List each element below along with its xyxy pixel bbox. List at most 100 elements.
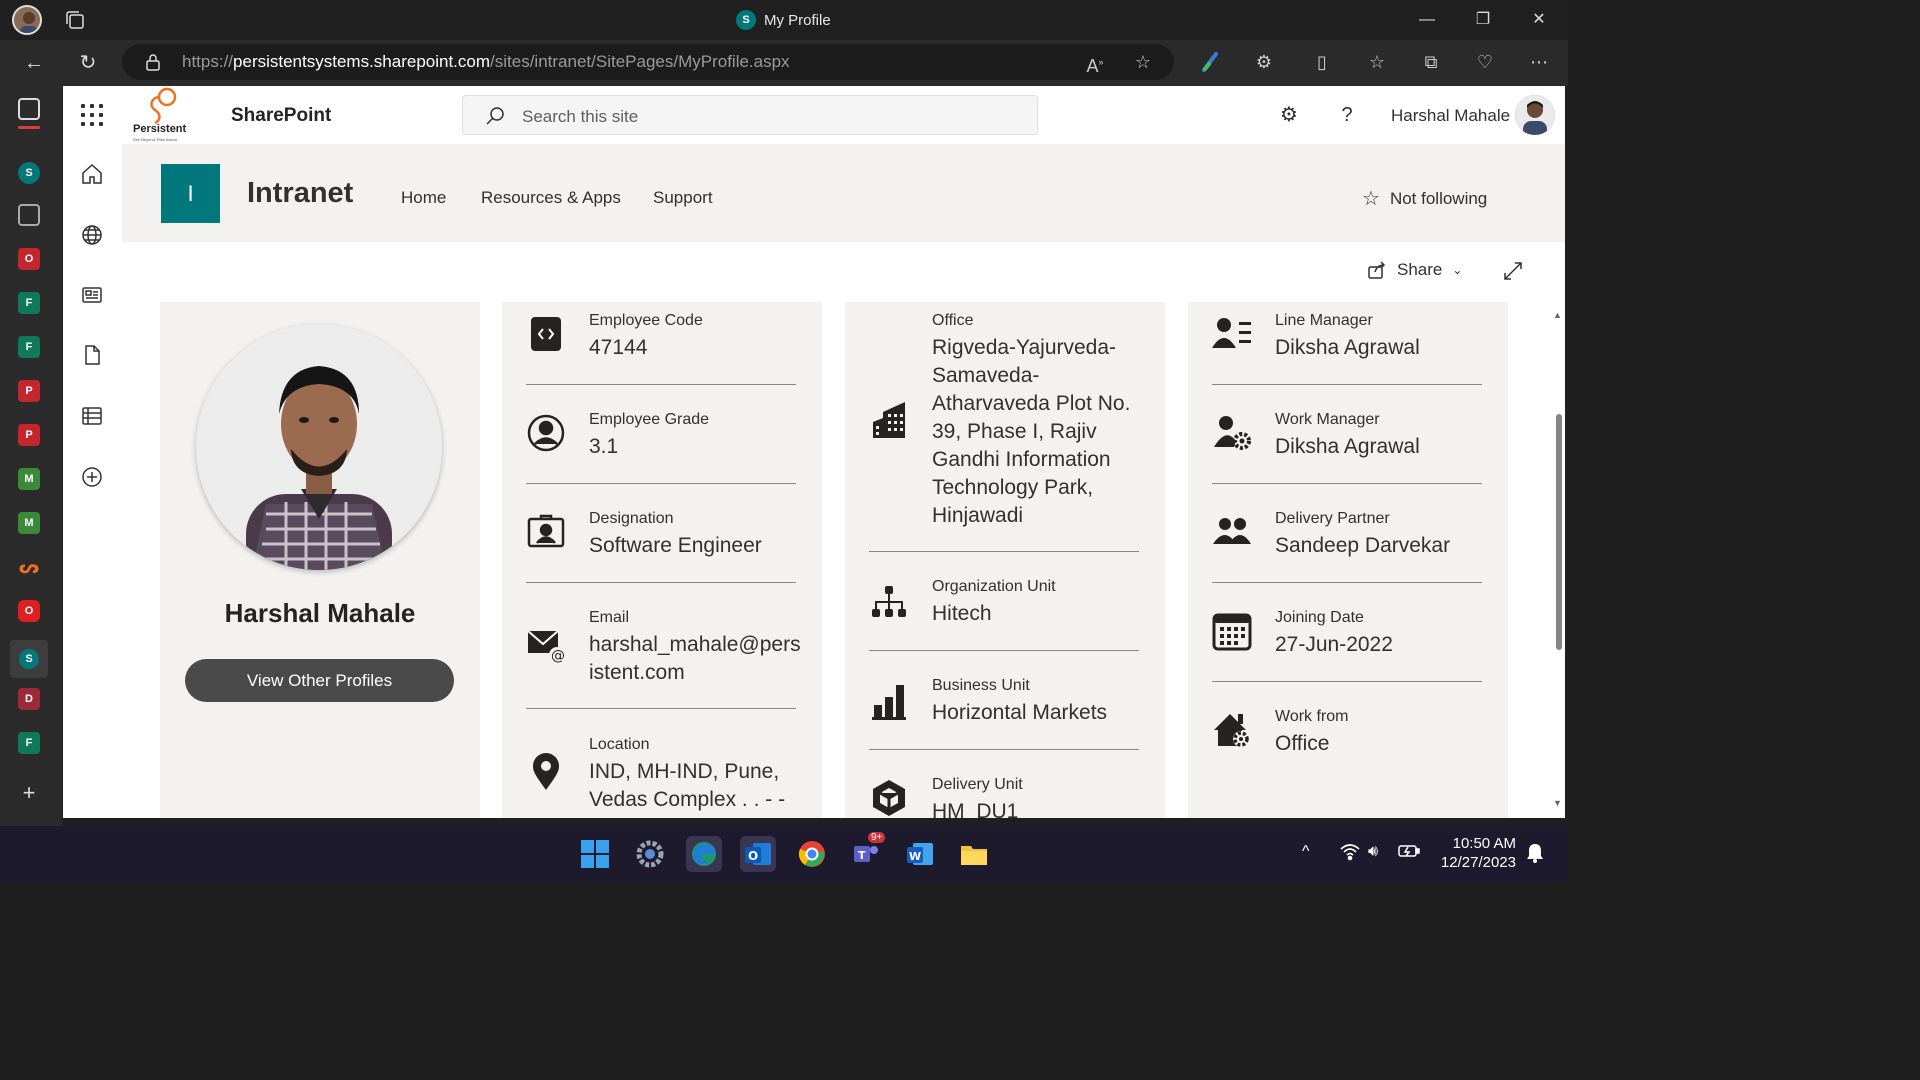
- document-tab-icon[interactable]: [18, 204, 40, 226]
- outlook-app-icon[interactable]: O: [740, 836, 776, 872]
- system-clock[interactable]: 10:50 AM 12/27/2023: [1436, 834, 1516, 872]
- scroll-down-icon[interactable]: ▼: [1553, 798, 1562, 808]
- expand-icon[interactable]: [1502, 260, 1524, 282]
- calendar-icon: [1212, 613, 1252, 651]
- extensions-icon[interactable]: ⚙: [1252, 50, 1276, 74]
- m-tab-icon[interactable]: M: [18, 468, 40, 490]
- chrome-app-icon[interactable]: [794, 836, 830, 872]
- help-icon[interactable]: ?: [1336, 104, 1358, 126]
- extension-pen-icon[interactable]: [1198, 50, 1222, 74]
- scrollbar-thumb[interactable]: [1556, 414, 1562, 650]
- m-tab-icon-2[interactable]: M: [18, 512, 40, 534]
- sharepoint-tab-icon[interactable]: S: [18, 162, 40, 184]
- follow-label: Not following: [1389, 188, 1488, 208]
- back-icon[interactable]: ←: [21, 50, 47, 76]
- read-aloud-icon[interactable]: A»: [1084, 51, 1106, 76]
- nav-support[interactable]: Support: [653, 188, 713, 208]
- site-title[interactable]: Intranet: [247, 177, 353, 210]
- business-unit-item: Business Unit Horizontal Markets: [869, 677, 1139, 737]
- vertical-tabs-icon[interactable]: [18, 98, 40, 120]
- oracle-tab-icon[interactable]: O: [18, 248, 40, 270]
- collections-icon[interactable]: ⧉: [1419, 50, 1443, 74]
- profile-avatar[interactable]: [12, 5, 42, 35]
- create-plus-icon[interactable]: [80, 465, 104, 489]
- work-from-label: Work from: [1275, 708, 1349, 725]
- work-manager-label: Work Manager: [1275, 411, 1380, 428]
- sharepoint-brand[interactable]: SharePoint: [231, 105, 331, 127]
- sharepoint-page: Persistent See Beyond, Rise Above ShareP…: [63, 86, 1565, 818]
- d-tab-icon[interactable]: D: [18, 688, 40, 710]
- nav-resources-apps[interactable]: Resources & Apps: [481, 188, 621, 208]
- favorite-star-icon[interactable]: ☆: [1132, 51, 1154, 73]
- forms-tab-icon[interactable]: F: [18, 292, 40, 314]
- share-button[interactable]: Share ⌄: [1367, 260, 1462, 280]
- persistent-logo[interactable]: Persistent See Beyond, Rise Above: [133, 86, 189, 144]
- pdf-tab-icon-2[interactable]: P: [18, 424, 40, 446]
- word-app-icon[interactable]: W: [902, 836, 938, 872]
- follow-button[interactable]: ☆ Not following: [1362, 186, 1487, 211]
- address-bar[interactable]: https://persistentsystems.sharepoint.com…: [122, 44, 1174, 80]
- app-launcher-icon[interactable]: [81, 104, 103, 126]
- org-chart-icon: [872, 586, 906, 617]
- news-icon[interactable]: [80, 283, 104, 307]
- tray-overflow-icon[interactable]: ^: [1302, 843, 1310, 861]
- forms-tab-icon-2[interactable]: F: [18, 336, 40, 358]
- teams-app-icon[interactable]: T 9+: [848, 832, 886, 872]
- new-tab-icon[interactable]: +: [18, 780, 40, 805]
- browser-essentials-icon[interactable]: ♡: [1473, 50, 1497, 74]
- settings-gear-icon[interactable]: ⚙: [1278, 104, 1300, 126]
- delivery-unit-value: HM_DU1: [932, 800, 1019, 818]
- logo-tagline: See Beyond, Rise Above: [133, 137, 178, 142]
- edge-sidebar: S O F F P P M M ᔕ O S D F +: [0, 86, 62, 826]
- site-logo[interactable]: I: [161, 164, 220, 223]
- search-box[interactable]: Search this site: [462, 95, 1038, 135]
- site-header: I Intranet Home Resources & Apps Support…: [122, 144, 1565, 242]
- users-icon: [1213, 518, 1251, 544]
- header-avatar[interactable]: [1515, 95, 1555, 135]
- header-user-name[interactable]: Harshal Mahale: [1391, 106, 1510, 126]
- wifi-icon[interactable]: [1340, 843, 1360, 866]
- refresh-icon[interactable]: ↻: [75, 50, 101, 76]
- profile-content: Harshal Mahale View Other Profiles Emplo…: [122, 302, 1550, 818]
- share-icon: [1368, 261, 1386, 279]
- home-icon[interactable]: [80, 162, 104, 186]
- settings-app-icon[interactable]: [632, 836, 668, 872]
- nav-home[interactable]: Home: [401, 188, 446, 208]
- windows-start-icon[interactable]: [577, 836, 613, 872]
- tab-actions-icon[interactable]: [64, 9, 86, 31]
- organization-unit-value: Hitech: [932, 602, 992, 625]
- scroll-up-icon[interactable]: ▲: [1553, 310, 1562, 320]
- volume-icon[interactable]: 🔊︎: [1368, 843, 1378, 861]
- view-other-profiles-button[interactable]: View Other Profiles: [185, 659, 454, 702]
- notification-bell-icon[interactable]: [1526, 843, 1544, 868]
- persistent-tab-icon[interactable]: ᔕ: [18, 556, 40, 578]
- user-list-icon: [1212, 318, 1251, 348]
- url-text[interactable]: https://persistentsystems.sharepoint.com…: [182, 52, 790, 72]
- list-icon[interactable]: [80, 404, 104, 428]
- line-manager-value: Diksha Agrawal: [1275, 336, 1420, 359]
- designation-label: Designation: [589, 510, 674, 527]
- file-explorer-icon[interactable]: [956, 836, 992, 872]
- joining-date-item: Joining Date 27-Jun-2022: [1212, 609, 1482, 669]
- work-from-value: Office: [1275, 732, 1330, 755]
- more-menu-icon[interactable]: ⋯: [1527, 50, 1551, 74]
- sharepoint-active-tab[interactable]: S: [10, 640, 48, 678]
- restore-icon[interactable]: ❐: [1471, 8, 1495, 32]
- pdf-tab-icon[interactable]: P: [18, 380, 40, 402]
- oracle-tab-icon-2[interactable]: O: [18, 600, 40, 622]
- globe-icon[interactable]: [80, 223, 104, 247]
- minimize-icon[interactable]: —: [1415, 8, 1439, 32]
- line-manager-label: Line Manager: [1275, 312, 1373, 329]
- close-icon[interactable]: ✕: [1527, 8, 1551, 32]
- split-screen-icon[interactable]: ▯: [1310, 50, 1334, 74]
- file-icon[interactable]: [80, 343, 104, 367]
- profile-name: Harshal Mahale: [224, 598, 416, 628]
- edge-app-icon[interactable]: [686, 836, 722, 872]
- email-value[interactable]: harshal_mahale@persistent.com: [589, 631, 801, 687]
- favorites-icon[interactable]: ☆: [1365, 50, 1389, 74]
- battery-icon[interactable]: [1398, 843, 1420, 864]
- employee-grade-item: Employee Grade 3.1: [526, 411, 796, 471]
- forms-tab-icon-3[interactable]: F: [18, 732, 40, 754]
- code-icon: [531, 317, 561, 351]
- page-scrollbar[interactable]: ▲ ▼: [1551, 302, 1565, 818]
